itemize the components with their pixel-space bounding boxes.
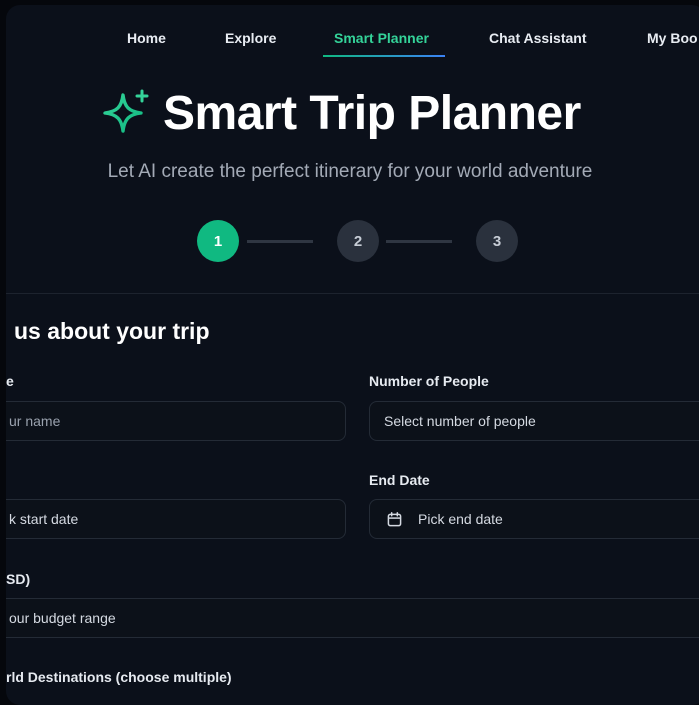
- page-subtitle: Let AI create the perfect itinerary for …: [6, 161, 699, 183]
- nav-active-indicator: [323, 55, 445, 57]
- budget-select-value: our budget range: [9, 610, 116, 626]
- budget-label: SD): [6, 571, 31, 587]
- step-connector: [386, 240, 452, 243]
- nav-item-explore[interactable]: Explore: [225, 30, 276, 46]
- end-date-picker[interactable]: Pick end date: [369, 499, 699, 539]
- top-nav: Home Explore Smart Planner Chat Assistan…: [6, 5, 699, 61]
- hero-heading: Smart Trip Planner: [101, 83, 581, 143]
- step-1[interactable]: 1: [197, 220, 239, 262]
- step-3[interactable]: 3: [476, 220, 518, 262]
- section-divider: [6, 293, 699, 294]
- name-label: e: [6, 373, 14, 389]
- step-2[interactable]: 2: [337, 220, 379, 262]
- page-subtitle-text: Let AI create the perfect itinerary for …: [107, 161, 593, 182]
- name-input[interactable]: ur name: [6, 401, 346, 441]
- page-title: Smart Trip Planner: [163, 86, 581, 140]
- app-window: Home Explore Smart Planner Chat Assistan…: [6, 5, 699, 705]
- nav-item-home[interactable]: Home: [127, 30, 166, 46]
- end-date-placeholder: Pick end date: [418, 511, 503, 527]
- people-select[interactable]: Select number of people: [369, 401, 699, 441]
- nav-item-smart-planner[interactable]: Smart Planner: [334, 30, 429, 46]
- sparkle-icon: [103, 89, 149, 133]
- name-input-placeholder: ur name: [9, 413, 61, 429]
- budget-select[interactable]: our budget range: [6, 598, 699, 638]
- nav-item-my-bookings[interactable]: My Boo: [647, 30, 698, 46]
- calendar-icon: [387, 511, 402, 526]
- destinations-label: rld Destinations (choose multiple): [6, 669, 232, 685]
- people-label: Number of People: [369, 373, 489, 389]
- form-section-title: us about your trip: [14, 318, 210, 344]
- nav-item-chat-assistant[interactable]: Chat Assistant: [489, 30, 587, 46]
- start-date-placeholder: k start date: [9, 511, 79, 527]
- people-select-value: Select number of people: [384, 413, 536, 429]
- start-date-picker[interactable]: k start date: [6, 499, 346, 539]
- step-connector: [247, 240, 313, 243]
- end-date-label: End Date: [369, 472, 430, 488]
